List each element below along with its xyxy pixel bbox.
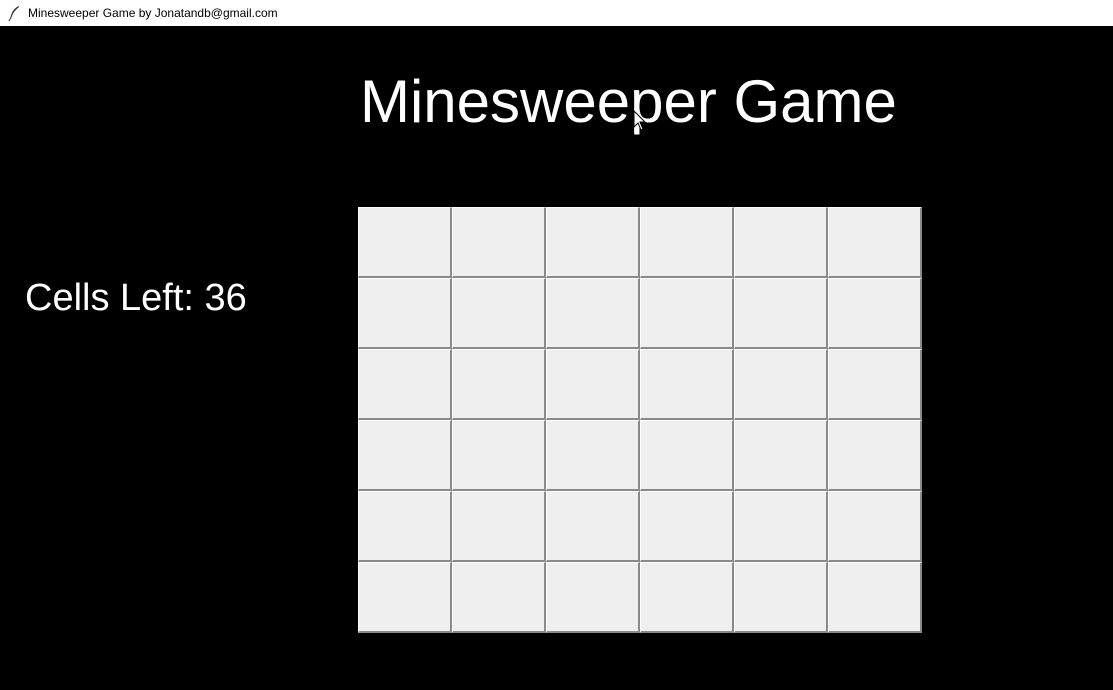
mine-cell[interactable] bbox=[358, 349, 452, 420]
mine-cell[interactable] bbox=[640, 278, 734, 349]
mine-cell[interactable] bbox=[452, 491, 546, 562]
mine-cell[interactable] bbox=[640, 562, 734, 633]
window-title: Minesweeper Game by Jonatandb@gmail.com bbox=[28, 6, 278, 20]
mine-cell[interactable] bbox=[828, 349, 922, 420]
mine-cell[interactable] bbox=[734, 278, 828, 349]
mine-cell[interactable] bbox=[734, 420, 828, 491]
mine-cell[interactable] bbox=[828, 562, 922, 633]
mine-cell[interactable] bbox=[546, 349, 640, 420]
mine-cell[interactable] bbox=[828, 278, 922, 349]
mine-cell[interactable] bbox=[546, 207, 640, 278]
mine-cell[interactable] bbox=[640, 207, 734, 278]
mine-cell[interactable] bbox=[452, 420, 546, 491]
mine-cell[interactable] bbox=[734, 207, 828, 278]
mine-cell[interactable] bbox=[734, 349, 828, 420]
mine-cell[interactable] bbox=[452, 207, 546, 278]
mine-cell[interactable] bbox=[358, 491, 452, 562]
mine-cell[interactable] bbox=[828, 420, 922, 491]
mine-cell[interactable] bbox=[358, 562, 452, 633]
mine-cell[interactable] bbox=[452, 562, 546, 633]
mine-cell[interactable] bbox=[734, 562, 828, 633]
mine-cell[interactable] bbox=[734, 491, 828, 562]
mine-cell[interactable] bbox=[640, 420, 734, 491]
mine-cell[interactable] bbox=[546, 278, 640, 349]
mine-cell[interactable] bbox=[358, 420, 452, 491]
mine-cell[interactable] bbox=[452, 278, 546, 349]
mine-cell[interactable] bbox=[358, 278, 452, 349]
window-titlebar[interactable]: Minesweeper Game by Jonatandb@gmail.com bbox=[0, 0, 1113, 26]
mine-cell[interactable] bbox=[546, 420, 640, 491]
mine-cell[interactable] bbox=[640, 491, 734, 562]
game-heading: Minesweeper Game bbox=[360, 68, 897, 135]
mouse-cursor-icon bbox=[633, 110, 647, 131]
mine-cell[interactable] bbox=[828, 207, 922, 278]
mine-cell[interactable] bbox=[640, 349, 734, 420]
mine-cell[interactable] bbox=[546, 491, 640, 562]
mine-cell[interactable] bbox=[358, 207, 452, 278]
game-area: Minesweeper Game Cells Left: 36 bbox=[0, 26, 1113, 690]
mine-cell[interactable] bbox=[452, 349, 546, 420]
mine-cell[interactable] bbox=[546, 562, 640, 633]
mine-cell[interactable] bbox=[828, 491, 922, 562]
feather-icon bbox=[8, 5, 22, 22]
minefield-grid bbox=[358, 207, 922, 633]
cells-left-counter: Cells Left: 36 bbox=[25, 277, 247, 319]
